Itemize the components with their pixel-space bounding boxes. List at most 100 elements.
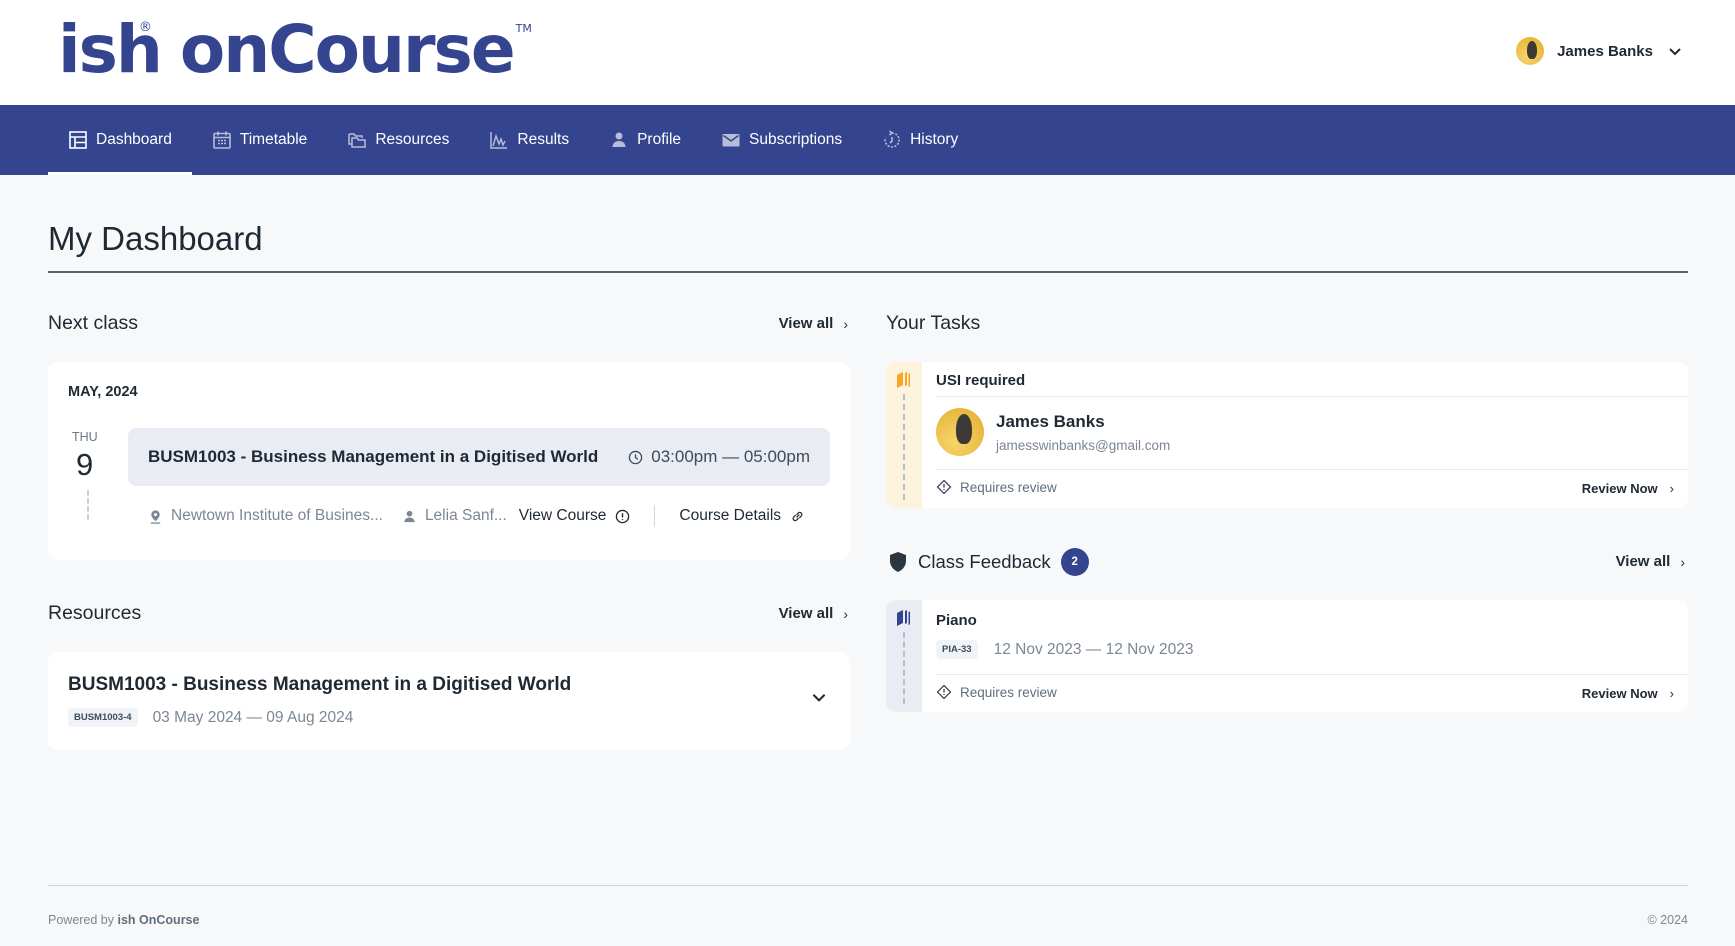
shield-icon	[890, 552, 906, 572]
view-course-label: View Course	[518, 507, 607, 524]
timeline-dash	[903, 394, 905, 500]
chevron-right-icon: ›	[1669, 686, 1674, 701]
nav-item-history[interactable]: History	[862, 105, 978, 175]
view-all-label: View all	[1615, 553, 1671, 570]
course-details-link[interactable]: Course Details	[679, 507, 805, 525]
divider	[936, 469, 1688, 470]
user-menu[interactable]: James Banks	[1516, 35, 1683, 67]
class-day-number: 9	[76, 447, 94, 482]
class-feedback-heading: Class Feedback 2	[888, 548, 1089, 576]
nav-item-profile[interactable]: Profile	[589, 105, 701, 175]
logo-part-oncourse: onCourse	[179, 11, 516, 88]
powered-by-prefix: Powered by	[48, 913, 115, 927]
class-location-text: Newtown Institute of Busines...	[171, 507, 383, 524]
divider	[936, 674, 1688, 675]
next-class-heading: Next class	[48, 312, 138, 334]
class-session[interactable]: BUSM1003 - Business Management in a Digi…	[128, 428, 830, 486]
user-name: James Banks	[1557, 42, 1653, 60]
resource-meta: BUSM1003-4 03 May 2024 — 09 Aug 2024	[68, 708, 353, 727]
chevron-right-icon: ›	[843, 315, 848, 332]
review-now-button[interactable]: Review Now ›	[1582, 481, 1674, 496]
diamond-alert-icon	[936, 684, 952, 700]
tasks-heading: Your Tasks	[886, 312, 981, 334]
nav-item-dashboard[interactable]: Dashboard	[48, 105, 192, 175]
avatar	[936, 408, 984, 456]
class-time-text: 03:00pm — 05:00pm	[651, 447, 810, 466]
header: ish ® onCourse TM James Banks	[0, 0, 1735, 105]
mail-icon	[722, 134, 740, 147]
nav-label: Subscriptions	[749, 131, 843, 148]
task-rail	[886, 362, 922, 508]
task-title: USI required	[936, 372, 1026, 389]
view-all-label: View all	[778, 605, 834, 622]
calendar-icon	[213, 131, 231, 149]
feedback-status: Requires review	[936, 684, 1688, 700]
logo-trademark: TM	[515, 22, 532, 35]
nav-label: Profile	[637, 131, 682, 148]
chevron-right-icon: ›	[843, 605, 848, 622]
nav-label: Results	[517, 131, 570, 148]
view-course-link[interactable]: View Course	[519, 507, 631, 525]
class-location: Newtown Institute of Busines...	[148, 507, 383, 525]
chart-icon	[490, 132, 508, 149]
nav-label: History	[910, 131, 959, 148]
powered-by-brand[interactable]: ish OnCourse	[118, 913, 200, 927]
feedback-dates: 12 Nov 2023 — 12 Nov 2023	[993, 640, 1194, 658]
timeline-dash	[903, 632, 905, 704]
nav-item-resources[interactable]: Resources	[327, 105, 469, 175]
user-icon	[404, 510, 415, 522]
class-tutor-text: Lelia Sanf...	[424, 507, 507, 524]
chevron-down-icon[interactable]	[810, 688, 828, 706]
task-status-text: Requires review	[960, 479, 1057, 495]
class-feedback-title: Class Feedback	[918, 551, 1051, 572]
avatar	[1516, 37, 1545, 65]
books-icon	[897, 610, 910, 626]
class-month: MAY, 2024	[68, 384, 138, 400]
view-all-label: View all	[778, 315, 834, 332]
chevron-right-icon: ›	[1680, 553, 1685, 570]
feedback-status-text: Requires review	[960, 684, 1057, 700]
resource-card[interactable]: BUSM1003 - Business Management in a Digi…	[48, 652, 850, 750]
class-course-title: BUSM1003 - Business Management in a Digi…	[148, 447, 599, 466]
class-meta: Newtown Institute of Busines... Lelia Sa…	[148, 505, 805, 527]
next-class-card: MAY, 2024 THU 9 BUSM1003 - Business Mana…	[48, 362, 850, 560]
dashboard-icon	[69, 131, 87, 149]
feedback-body: Piano PIA-33 12 Nov 2023 — 12 Nov 2023 R…	[936, 600, 1688, 712]
count-badge: 2	[1060, 548, 1089, 576]
link-icon	[792, 511, 803, 521]
books-icon	[897, 372, 910, 388]
nav-label: Resources	[375, 131, 450, 148]
class-tutor: Lelia Sanf...	[402, 507, 507, 525]
task-user-name: James Banks	[996, 412, 1105, 431]
info-icon	[616, 509, 630, 523]
task-card-usi: USI required James Banks jamesswinbanks@…	[886, 362, 1688, 508]
location-pin-icon	[150, 509, 161, 524]
review-now-button[interactable]: Review Now ›	[1582, 686, 1674, 701]
review-now-label: Review Now	[1581, 686, 1658, 701]
feedback-card-piano: Piano PIA-33 12 Nov 2023 — 12 Nov 2023 R…	[886, 600, 1688, 712]
chevron-down-icon	[1669, 48, 1681, 56]
powered-by: Powered by ish OnCourse	[48, 913, 199, 927]
class-feedback-view-all[interactable]: View all ›	[1616, 553, 1685, 570]
nav-item-timetable[interactable]: Timetable	[192, 105, 327, 175]
main-nav: Dashboard Timetable Resources Results Pr…	[0, 105, 1735, 175]
diamond-alert-icon	[936, 479, 952, 495]
feedback-code-tag: PIA-33	[936, 640, 978, 659]
logo[interactable]: ish ® onCourse TM	[58, 12, 532, 92]
resources-view-all[interactable]: View all ›	[779, 605, 848, 622]
next-class-view-all[interactable]: View all ›	[779, 315, 848, 332]
resource-title: BUSM1003 - Business Management in a Digi…	[68, 674, 572, 695]
class-day-of-week: THU	[72, 430, 98, 444]
feedback-title: Piano	[936, 612, 977, 629]
timeline-dash	[87, 490, 89, 520]
nav-label: Timetable	[239, 131, 308, 148]
folders-icon	[348, 133, 367, 148]
task-status: Requires review	[936, 479, 1688, 495]
nav-item-subscriptions[interactable]: Subscriptions	[701, 105, 862, 175]
review-now-label: Review Now	[1581, 481, 1658, 496]
nav-item-results[interactable]: Results	[469, 105, 589, 175]
title-divider	[48, 271, 1688, 273]
class-time: 03:00pm — 05:00pm	[628, 447, 810, 467]
task-user-email: jamesswinbanks@gmail.com	[996, 438, 1171, 453]
user-icon	[612, 132, 626, 147]
